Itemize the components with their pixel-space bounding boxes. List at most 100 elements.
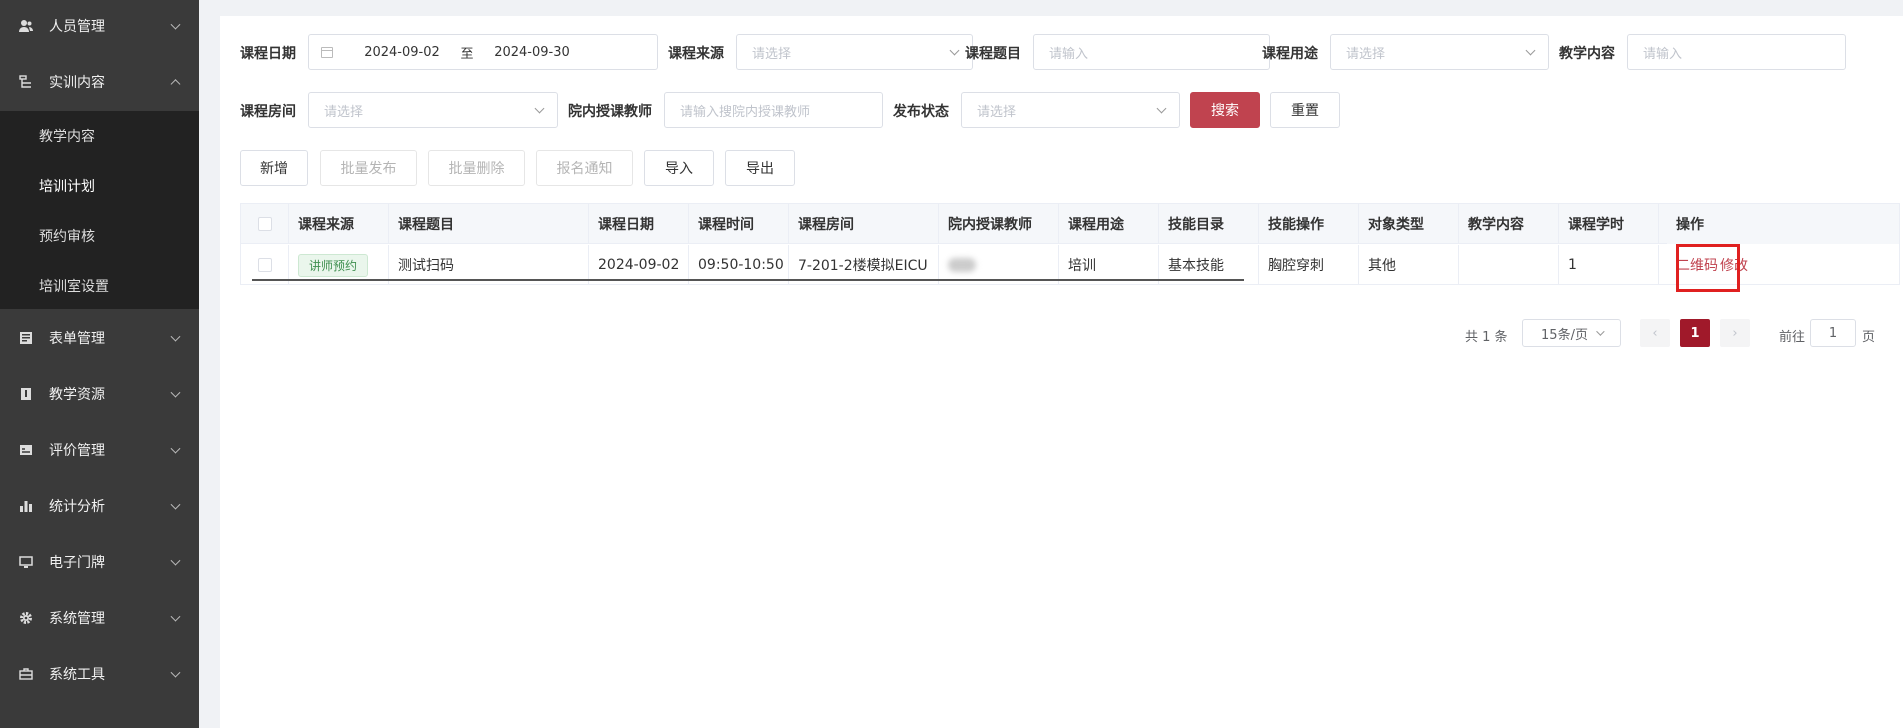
- cell-skill-operation: 胸腔穿刺: [1259, 245, 1359, 285]
- chevron-down-icon: [170, 499, 181, 510]
- submenu-training-content: 教学内容 培训计划 预约审核 培训室设置: [0, 111, 199, 309]
- course-room-placeholder: 请选择: [324, 104, 364, 120]
- publish-status-placeholder: 请选择: [977, 104, 1017, 120]
- sidebar-item-statistics[interactable]: 统计分析: [0, 481, 199, 531]
- sidebar-item-label: 电子门牌: [49, 555, 105, 571]
- chevron-down-icon: [534, 103, 545, 114]
- page-suffix: 页: [1862, 330, 1876, 345]
- blurred-teacher-name: [948, 258, 976, 272]
- chevron-down-icon: [1156, 103, 1167, 114]
- chevron-down-icon: [170, 667, 181, 678]
- reset-button[interactable]: 重置: [1270, 92, 1340, 128]
- header-course-source: 课程来源: [289, 204, 389, 244]
- chevron-down-icon: [170, 19, 181, 30]
- submenu-item-teaching-content[interactable]: 教学内容: [0, 111, 199, 161]
- course-use-select[interactable]: 请选择: [1330, 34, 1549, 70]
- sidebar-item-label: 评价管理: [49, 443, 105, 459]
- sidebar-item-e-doorplate[interactable]: 电子门牌: [0, 537, 199, 587]
- calendar-icon: [321, 46, 333, 58]
- sidebar-item-label: 实训内容: [49, 75, 105, 91]
- batch-delete-button[interactable]: 批量删除: [428, 150, 525, 186]
- form-icon: [18, 331, 33, 346]
- sidebar-item-label: 教学资源: [49, 387, 105, 403]
- chevron-down-icon: [1525, 45, 1536, 56]
- goto-page-input[interactable]: 1: [1810, 319, 1856, 347]
- teacher-placeholder: 请输入搜院内授课教师: [680, 104, 811, 120]
- sidebar-item-training-content[interactable]: 实训内容: [0, 57, 199, 107]
- course-room-select[interactable]: 请选择: [308, 92, 558, 128]
- import-button[interactable]: 导入: [644, 150, 714, 186]
- horizontal-scrollbar[interactable]: [252, 279, 1244, 281]
- chevron-down-icon: [170, 555, 181, 566]
- sidebar-item-forms[interactable]: 表单管理: [0, 313, 199, 363]
- cell-course-hours: 1: [1559, 245, 1659, 285]
- main-content: 课程日期 2024-09-02 至 2024-09-30 课程来源 请选择 课程…: [220, 16, 1903, 728]
- cell-teaching-content: [1459, 245, 1559, 285]
- header-skill-catalog: 技能目录: [1159, 204, 1259, 244]
- header-course-topic: 课程题目: [389, 204, 589, 244]
- header-course-date: 课程日期: [589, 204, 689, 244]
- teaching-content-placeholder: 请输入: [1643, 46, 1683, 62]
- header-course-room: 课程房间: [789, 204, 939, 244]
- cell-target-type: 其他: [1359, 245, 1459, 285]
- sidebar: 人员管理 实训内容 教学内容 培训计划 预约审核 培训室设置 表单管理 教学资源…: [0, 0, 199, 728]
- chevron-up-icon: [170, 79, 181, 90]
- date-end: 2024-09-30: [494, 44, 570, 60]
- select-all-cell: [241, 204, 289, 244]
- signup-notice-button[interactable]: 报名通知: [536, 150, 633, 186]
- course-topic-input[interactable]: 请输入: [1033, 34, 1270, 70]
- header-skill-operation: 技能操作: [1259, 204, 1359, 244]
- publish-status-select[interactable]: 请选择: [961, 92, 1180, 128]
- page-size-select[interactable]: 15条/页: [1522, 319, 1621, 347]
- sidebar-item-evaluation[interactable]: 评价管理: [0, 425, 199, 475]
- source-tag: 讲师预约: [298, 253, 369, 277]
- teaching-content-input[interactable]: 请输入: [1627, 34, 1846, 70]
- header-target-type: 对象类型: [1359, 204, 1459, 244]
- date-separator: 至: [460, 46, 474, 62]
- next-page-button[interactable]: ›: [1720, 319, 1750, 347]
- submenu-item-training-room-settings[interactable]: 培训室设置: [0, 261, 199, 311]
- header-teacher: 院内授课教师: [939, 204, 1059, 244]
- teacher-input[interactable]: 请输入搜院内授课教师: [664, 92, 883, 128]
- sidebar-item-system-tools[interactable]: 系统工具: [0, 649, 199, 699]
- sidebar-item-label: 统计分析: [49, 499, 105, 515]
- book-icon: [18, 387, 33, 402]
- course-use-placeholder: 请选择: [1346, 46, 1386, 62]
- users-icon: [18, 19, 33, 34]
- row-checkbox[interactable]: [257, 258, 272, 272]
- date-start: 2024-09-02: [364, 44, 440, 60]
- sidebar-item-personnel[interactable]: 人员管理: [0, 1, 199, 51]
- header-course-time: 课程时间: [689, 204, 789, 244]
- submenu-item-training-plan[interactable]: 培训计划: [0, 161, 199, 211]
- chevron-down-icon: [1596, 327, 1605, 336]
- sidebar-item-label: 人员管理: [49, 19, 105, 35]
- sidebar-item-label: 表单管理: [49, 331, 105, 347]
- page-number-button[interactable]: 1: [1680, 319, 1710, 347]
- teacher-label: 院内授课教师: [568, 104, 652, 120]
- course-topic-placeholder: 请输入: [1049, 46, 1089, 62]
- course-topic-label: 课程题目: [965, 46, 1021, 62]
- course-room-label: 课程房间: [240, 104, 296, 120]
- chevron-down-icon: [949, 45, 960, 56]
- search-button[interactable]: 搜索: [1190, 92, 1260, 128]
- add-button[interactable]: 新增: [240, 150, 308, 186]
- course-source-select[interactable]: 请选择: [736, 34, 973, 70]
- monitor-icon: [18, 555, 33, 570]
- content-icon: [18, 75, 33, 90]
- select-all-checkbox[interactable]: [257, 217, 272, 231]
- chevron-down-icon: [170, 611, 181, 622]
- toolbox-icon: [18, 667, 33, 682]
- export-button[interactable]: 导出: [725, 150, 795, 186]
- course-source-label: 课程来源: [668, 46, 724, 62]
- sidebar-item-system-management[interactable]: 系统管理: [0, 593, 199, 643]
- sidebar-item-teaching-resources[interactable]: 教学资源: [0, 369, 199, 419]
- course-table: 课程来源 课程题目 课程日期 课程时间 课程房间 院内授课教师 课程用途 技能目…: [240, 203, 1900, 285]
- sidebar-item-label: 系统工具: [49, 667, 105, 683]
- header-actions: 操作: [1667, 204, 1899, 244]
- batch-publish-button[interactable]: 批量发布: [320, 150, 417, 186]
- header-course-hours: 课程学时: [1559, 204, 1659, 244]
- submenu-item-booking-review[interactable]: 预约审核: [0, 211, 199, 261]
- prev-page-button[interactable]: ‹: [1640, 319, 1670, 347]
- course-date-range-picker[interactable]: 2024-09-02 至 2024-09-30: [308, 34, 658, 70]
- page-size-value: 15条/页: [1541, 327, 1588, 343]
